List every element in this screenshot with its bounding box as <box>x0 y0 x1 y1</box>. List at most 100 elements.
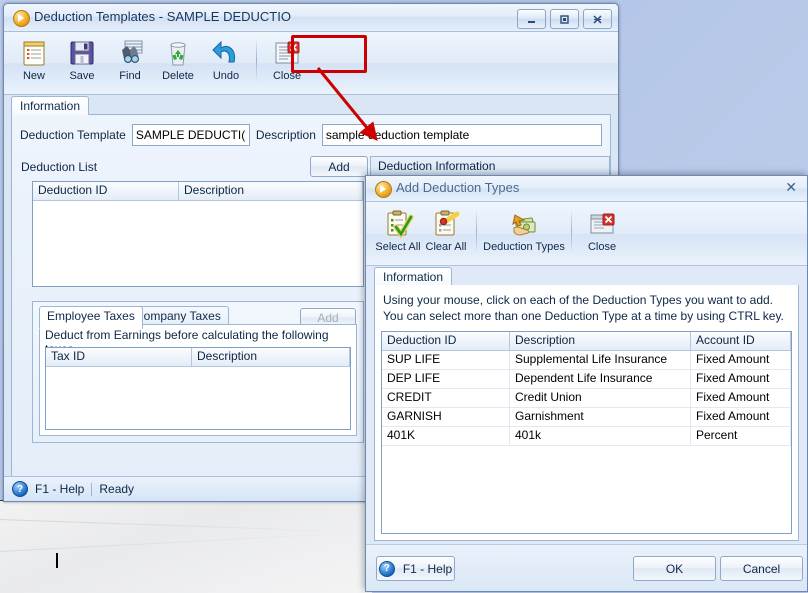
toolbar-label-deduction-types: Deduction Types <box>483 241 565 253</box>
dialog-tabstrip: Information <box>374 267 799 289</box>
dialog-toolbar-separator-1 <box>476 209 477 253</box>
table-row[interactable]: CREDIT Credit Union Fixed Amount <box>382 389 791 408</box>
table-row[interactable]: SUP LIFE Supplemental Life Insurance Fixed… <box>382 351 791 370</box>
column-deduction-id: Deduction ID <box>382 332 510 350</box>
help-icon: ? <box>378 560 395 577</box>
text-cursor <box>56 553 58 568</box>
toolbar-label-save: Save <box>69 70 95 82</box>
tax-grid-header: Tax ID Description <box>46 348 350 367</box>
deduction-list-header: Deduction ID Description <box>33 182 363 201</box>
cell-deduction-id: 401K <box>382 427 510 445</box>
taxes-tabstrip: Employee Taxes Company Taxes Add <box>39 306 363 329</box>
description-label: Description <box>255 128 316 142</box>
toolbar-label-clear-all: Clear All <box>425 241 467 253</box>
deduction-template-label: Deduction Template <box>20 128 126 142</box>
tab-employee-taxes[interactable]: Employee Taxes <box>39 306 143 329</box>
cell-deduction-id: SUP LIFE <box>382 351 510 369</box>
dialog-information-panel: Using your mouse, click on each of the D… <box>374 285 799 541</box>
toolbar-label-new: New <box>22 70 45 82</box>
help-icon: ? <box>12 481 28 497</box>
window-controls <box>517 9 612 29</box>
clipboard-check-icon <box>382 209 414 239</box>
toolbar-label-undo: Undo <box>212 70 240 82</box>
toolbar-button-find[interactable]: Find <box>106 35 154 92</box>
add-deduction-button[interactable]: Add <box>310 156 368 177</box>
deduction-types-grid[interactable]: Deduction ID Description Account ID SUP … <box>381 331 792 534</box>
cell-account-id: Percent <box>691 427 791 445</box>
statusbar-separator <box>91 482 93 496</box>
binoculars-icon <box>114 38 146 68</box>
dialog-help-label: F1 - Help <box>402 561 453 576</box>
statusbar-help-label[interactable]: F1 - Help <box>35 482 84 496</box>
dialog-footer: ? F1 - Help OK Cancel <box>366 544 807 591</box>
toolbar-label-dialog-close: Close <box>587 241 617 253</box>
cell-description: Credit Union <box>510 389 691 407</box>
description-input[interactable]: sample deduction template <box>321 124 602 146</box>
column-tax-id: Tax ID <box>46 348 192 366</box>
close-button[interactable] <box>583 9 612 29</box>
toolbar-separator <box>256 38 257 82</box>
cancel-button[interactable]: Cancel <box>720 556 803 581</box>
minimize-button[interactable] <box>517 9 546 29</box>
dialog-client-area: Information Using your mouse, click on e… <box>366 262 807 545</box>
cell-deduction-id: DEP LIFE <box>382 370 510 388</box>
instruction-line-1: Using your mouse, click on each of the D… <box>383 293 773 307</box>
toolbar-button-new[interactable]: New <box>10 35 58 92</box>
dialog-logo-icon <box>375 181 392 198</box>
deduction-types-header: Deduction ID Description Account ID <box>382 332 791 351</box>
cell-account-id: Fixed Amount <box>691 408 791 426</box>
ok-button[interactable]: OK <box>633 556 716 581</box>
toolbar-button-close[interactable]: Close <box>263 35 311 92</box>
tax-grid[interactable]: Tax ID Description <box>45 347 351 430</box>
dialog-help-button[interactable]: ? F1 - Help <box>376 556 455 581</box>
statusbar-status: Ready <box>99 482 135 496</box>
column-account-id: Account ID <box>691 332 791 350</box>
app-logo-icon <box>13 10 30 27</box>
table-row[interactable]: GARNISH Garnishment Fixed Amount <box>382 408 791 427</box>
column-tax-description: Description <box>192 348 350 366</box>
column-description: Description <box>510 332 691 350</box>
toolbar-button-undo[interactable]: Undo <box>202 35 250 92</box>
table-row[interactable]: DEP LIFE Dependent Life Insurance Fixed Am… <box>382 370 791 389</box>
deduction-list-grid[interactable]: Deduction ID Description <box>32 181 364 287</box>
maximize-button[interactable] <box>550 9 579 29</box>
cell-account-id: Fixed Amount <box>691 370 791 388</box>
dialog-titlebar: Add Deduction Types ✕ <box>366 176 807 202</box>
window-close-icon <box>586 209 618 239</box>
money-hand-icon <box>508 209 540 239</box>
dialog-close-icon[interactable]: ✕ <box>785 180 797 196</box>
main-toolbar: New Save Find Delete Undo Close <box>4 32 618 95</box>
cell-description: Garnishment <box>510 408 691 426</box>
toolbar-label-select-all: Select All <box>375 241 421 253</box>
document-close-icon <box>271 38 303 68</box>
toolbar-button-save[interactable]: Save <box>58 35 106 92</box>
cell-account-id: Fixed Amount <box>691 351 791 369</box>
main-window-titlebar: Deduction Templates - SAMPLE DEDUCTIO <box>4 4 618 32</box>
instruction-line-2: You can select more than one Deduction T… <box>383 309 784 323</box>
toolbar-button-deduction-types[interactable]: Deduction Types <box>483 206 565 263</box>
template-fields-row: Deduction Template SAMPLE DEDUCTI( Descr… <box>20 124 602 146</box>
cell-description: Dependent Life Insurance <box>510 370 691 388</box>
cell-description: Supplemental Life Insurance <box>510 351 691 369</box>
toolbar-button-dialog-close[interactable]: Close <box>578 206 626 263</box>
toolbar-button-select-all[interactable]: Select All <box>374 206 422 263</box>
deduction-template-input[interactable]: SAMPLE DEDUCTI( <box>131 124 250 146</box>
cell-description: 401k <box>510 427 691 445</box>
cell-deduction-id: CREDIT <box>382 389 510 407</box>
toolbar-button-delete[interactable]: Delete <box>154 35 202 92</box>
column-deduction-id: Deduction ID <box>33 182 179 200</box>
new-document-icon <box>18 38 50 68</box>
dialog-instructions: Using your mouse, click on each of the D… <box>375 285 798 324</box>
undo-arrow-icon <box>210 38 242 68</box>
deduction-types-body: SUP LIFE Supplemental Life Insurance Fixed… <box>382 351 791 446</box>
dialog-toolbar: Select All Clear All Deduction Types Clo… <box>366 202 807 266</box>
toolbar-label-find: Find <box>119 70 141 82</box>
table-row[interactable]: 401K 401k Percent <box>382 427 791 446</box>
add-deduction-types-dialog: Add Deduction Types ✕ Select All Clear A… <box>365 175 808 592</box>
toolbar-label-close: Close <box>272 70 302 82</box>
cell-deduction-id: GARNISH <box>382 408 510 426</box>
column-description: Description <box>179 182 363 200</box>
main-tabstrip: Information <box>11 96 611 118</box>
taxes-panel: Deduct from Earnings before calculating … <box>39 324 357 436</box>
toolbar-button-clear-all[interactable]: Clear All <box>422 206 470 263</box>
